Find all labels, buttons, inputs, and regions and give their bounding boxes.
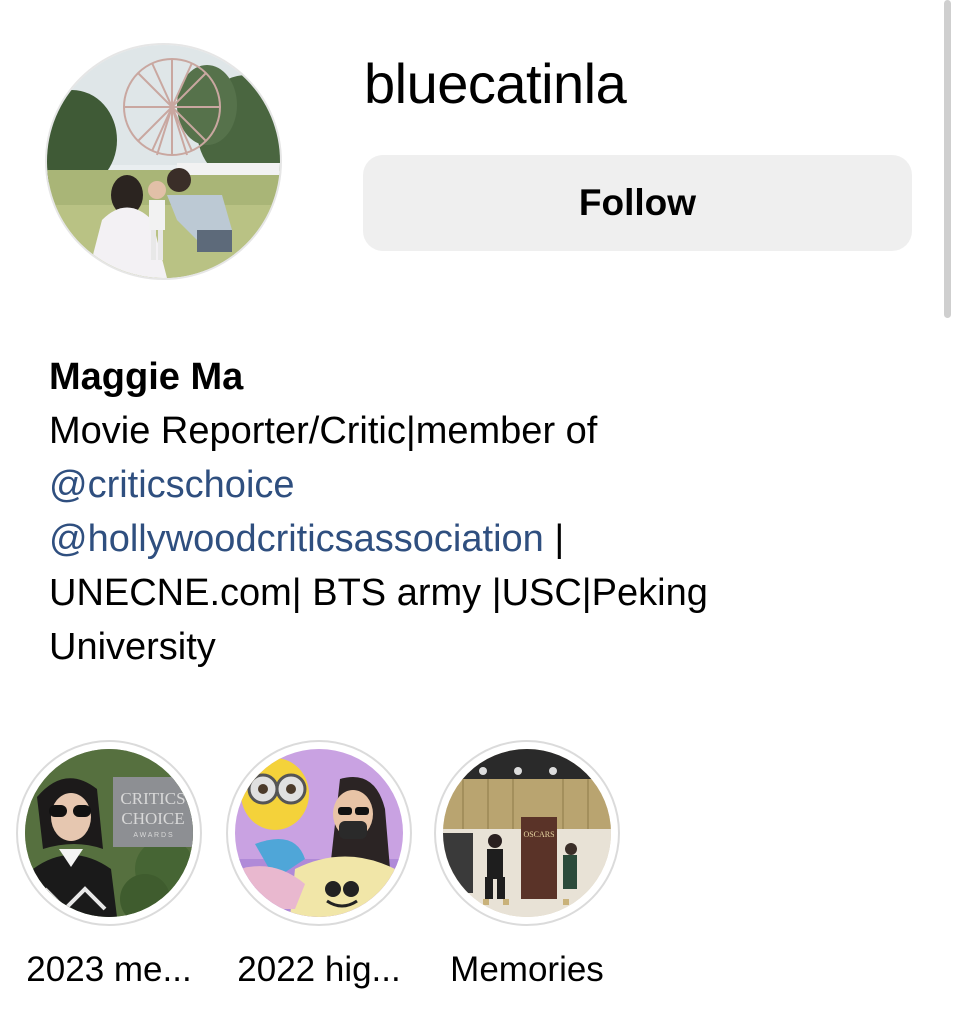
story-highlight[interactable]: CRITICS CHOICE A W A R D S 2023 me... xyxy=(16,740,202,992)
story-highlight[interactable]: 2022 hig... xyxy=(226,740,412,992)
highlight-label: 2022 hig... xyxy=(237,950,401,989)
profile-display-name: Maggie Ma xyxy=(49,356,244,398)
svg-text:CHOICE: CHOICE xyxy=(121,809,184,828)
bio-separator: | xyxy=(543,518,565,560)
scrollbar[interactable] xyxy=(944,0,951,318)
highlight-ring: CRITICS CHOICE A W A R D S xyxy=(16,740,202,926)
svg-text:CRITICS: CRITICS xyxy=(120,789,185,808)
highlight-ring: OSCARS xyxy=(434,740,620,926)
mention-link-criticschoice[interactable]: @criticschoice xyxy=(49,464,295,506)
bio-line: UNECNE.com| BTS army |USC|Peking xyxy=(49,572,708,614)
minion-themed-photo-icon xyxy=(235,749,403,917)
bio-line: University xyxy=(49,626,216,668)
svg-text:A W A R D S: A W A R D S xyxy=(133,832,173,839)
critics-choice-awards-photo-icon: CRITICS CHOICE A W A R D S xyxy=(25,749,193,917)
story-highlight[interactable]: OSCARS Memories xyxy=(434,740,620,992)
follow-button[interactable]: Follow xyxy=(363,155,912,251)
highlight-label: 2023 me... xyxy=(26,950,192,989)
highlight-ring xyxy=(226,740,412,926)
profile-bio: Maggie Ma Movie Reporter/Critic|member o… xyxy=(49,350,929,674)
oscars-stage-photo-icon: OSCARS xyxy=(443,749,611,917)
highlight-label: Memories xyxy=(450,950,604,989)
profile-username: bluecatinla xyxy=(364,52,627,115)
bio-line: Movie Reporter/Critic|member of xyxy=(49,410,598,452)
profile-photo-icon xyxy=(47,45,280,278)
svg-text:OSCARS: OSCARS xyxy=(523,830,554,839)
mention-link-hollywoodcriticsassociation[interactable]: @hollywoodcriticsassociation xyxy=(49,518,544,560)
profile-avatar[interactable] xyxy=(47,45,280,278)
